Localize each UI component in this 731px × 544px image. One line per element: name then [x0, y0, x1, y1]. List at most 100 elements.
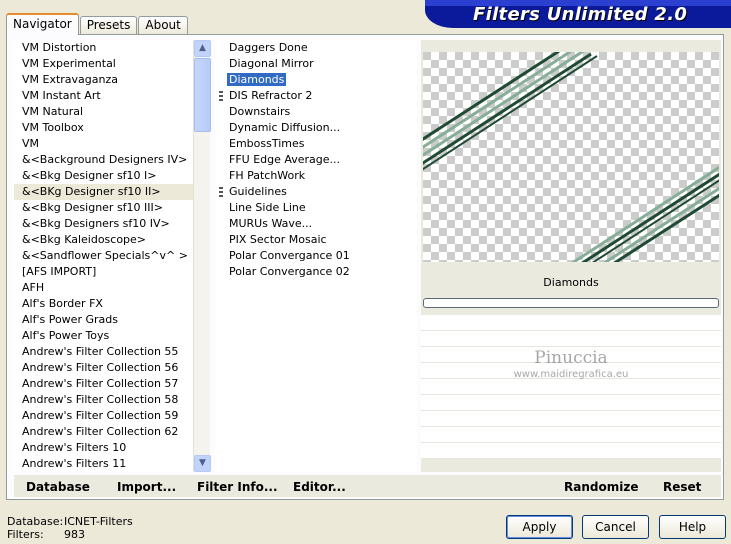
category-item[interactable]: Alf's Power Grads [14, 312, 194, 328]
tab-navigator[interactable]: Navigator [6, 13, 79, 35]
category-item[interactable]: VM Toolbox [14, 120, 194, 136]
watermark-url: www.maidiregrafica.eu [513, 369, 629, 380]
filter-item-label: FH PatchWork [229, 169, 306, 182]
filter-item[interactable]: FFU Edge Average... [215, 152, 417, 168]
category-item[interactable]: Andrew's Filters 10 [14, 440, 194, 456]
selected-filter-name: Diamonds [543, 276, 599, 289]
reset-button[interactable]: Reset [663, 480, 701, 494]
parameter-row[interactable] [421, 411, 721, 427]
category-item[interactable]: &<Bkg Designers sf10 IV> [14, 216, 194, 232]
navigator-panel: VM Distortion VM Experimental VM Extravaga… [6, 34, 724, 500]
grip-icon [219, 187, 223, 197]
watermark: Pinuccia www.maidiregrafica.eu [421, 348, 721, 380]
filter-item[interactable]: Daggers Done [215, 40, 417, 56]
scroll-up-icon[interactable]: ▲ [194, 40, 211, 57]
category-item[interactable]: VM [14, 136, 194, 152]
tab-about[interactable]: About [138, 16, 188, 35]
filter-item-label: Diagonal Mirror [229, 57, 314, 70]
database-value: ICNET-Filters [64, 515, 133, 528]
filter-item[interactable]: PIX Sector Mosaic [215, 232, 417, 248]
filter-item-label: EmbossTimes [229, 137, 305, 150]
category-list[interactable]: VM Distortion VM Experimental VM Extravaga… [14, 40, 194, 472]
scroll-thumb[interactable] [194, 58, 211, 132]
filter-item-label: Downstairs [229, 105, 291, 118]
app-title: Filters Unlimited 2.0 [473, 4, 688, 25]
help-button[interactable]: Help [659, 515, 726, 539]
category-scrollbar[interactable]: ▲ ▼ [193, 40, 211, 472]
database-label: Database: [7, 515, 64, 528]
filter-item-label: Line Side Line [229, 201, 306, 214]
category-item[interactable]: AFH [14, 280, 194, 296]
scroll-down-icon[interactable]: ▼ [194, 455, 211, 472]
parameter-row[interactable] [421, 315, 721, 331]
parameter-row[interactable] [421, 427, 721, 443]
filter-item-label: Polar Convergance 01 [229, 249, 350, 262]
filter-item[interactable]: Diamonds [215, 72, 417, 88]
import-button[interactable]: Import... [117, 480, 176, 494]
filter-item-label: FFU Edge Average... [229, 153, 341, 166]
filter-info-button[interactable]: Filter Info... [197, 480, 278, 494]
category-item[interactable]: VM Experimental [14, 56, 194, 72]
category-item[interactable]: VM Instant Art [14, 88, 194, 104]
category-item[interactable]: Andrew's Filter Collection 56 [14, 360, 194, 376]
watermark-name: Pinuccia [534, 348, 608, 368]
tab-presets[interactable]: Presets [79, 16, 138, 35]
database-button[interactable]: Database [26, 480, 90, 494]
category-item[interactable]: &<Sandflower Specials^v^ > [14, 248, 194, 264]
filter-item-label: PIX Sector Mosaic [229, 233, 327, 246]
filter-item-label: Guidelines [229, 185, 287, 198]
filter-item[interactable]: Polar Convergance 01 [215, 248, 417, 264]
category-item[interactable]: VM Natural [14, 104, 194, 120]
filter-item[interactable]: FH PatchWork [215, 168, 417, 184]
parameter-row[interactable] [421, 379, 721, 395]
category-item[interactable]: Andrew's Filter Collection 59 [14, 408, 194, 424]
preview-image [423, 52, 719, 262]
cancel-button[interactable]: Cancel [582, 515, 649, 539]
status-area: Database: ICNET-Filters Filters: 983 [7, 515, 133, 541]
filter-item-label: DIS Refractor 2 [229, 89, 313, 102]
parameter-row[interactable] [421, 395, 721, 411]
filter-item[interactable]: DIS Refractor 2 [215, 88, 417, 104]
editor-button[interactable]: Editor... [293, 480, 346, 494]
filter-item-label: Polar Convergance 02 [229, 265, 350, 278]
filter-item-label: MURUs Wave... [229, 217, 313, 230]
category-item[interactable]: &<BKg Designer sf10 II> [14, 184, 194, 200]
filter-list[interactable]: Daggers Done Diagonal Mirror Diamonds DIS R… [215, 40, 417, 472]
filters-count: 983 [64, 528, 85, 541]
category-item[interactable]: &<Bkg Designer sf10 III> [14, 200, 194, 216]
parameter-row[interactable] [421, 443, 721, 459]
progress-bar [423, 298, 719, 308]
category-item[interactable]: Andrew's Filter Collection 62 [14, 424, 194, 440]
category-item[interactable]: &<Background Designers IV> [14, 152, 194, 168]
category-item[interactable]: VM Distortion [14, 40, 194, 56]
category-item[interactable]: Andrew's Filter Collection 55 [14, 344, 194, 360]
apply-button[interactable]: Apply [506, 515, 573, 539]
randomize-button[interactable]: Randomize [564, 480, 638, 494]
parameter-list [421, 315, 721, 459]
category-item[interactable]: Andrew's Filters 11 [14, 456, 194, 472]
filter-item[interactable]: Diagonal Mirror [215, 56, 417, 72]
category-item[interactable]: Andrew's Filter Collection 57 [14, 376, 194, 392]
category-item[interactable]: Andrew's Filter Collection 58 [14, 392, 194, 408]
category-item[interactable]: Alf's Border FX [14, 296, 194, 312]
filter-item[interactable]: Polar Convergance 02 [215, 264, 417, 280]
bottom-toolbar: Database Import... Filter Info... Editor… [14, 475, 721, 497]
preview-pane: Diamonds Pinuccia www.maidiregrafica.eu [421, 40, 721, 472]
filter-item[interactable]: EmbossTimes [215, 136, 417, 152]
category-item[interactable]: [AFS IMPORT] [14, 264, 194, 280]
filters-label: Filters: [7, 528, 44, 541]
filter-item[interactable]: Guidelines [215, 184, 417, 200]
filter-item-label: Daggers Done [229, 41, 308, 54]
grip-icon [219, 91, 223, 101]
filter-item[interactable]: MURUs Wave... [215, 216, 417, 232]
filter-item-label: Diamonds [227, 73, 287, 86]
filter-item[interactable]: Dynamic Diffusion... [215, 120, 417, 136]
category-item[interactable]: &<Bkg Designer sf10 I> [14, 168, 194, 184]
filter-item[interactable]: Line Side Line [215, 200, 417, 216]
parameter-row[interactable] [421, 331, 721, 347]
filter-item[interactable]: Downstairs [215, 104, 417, 120]
category-item[interactable]: VM Extravaganza [14, 72, 194, 88]
category-item[interactable]: Alf's Power Toys [14, 328, 194, 344]
title-banner: Filters Unlimited 2.0 [425, 0, 731, 28]
category-item[interactable]: &<Bkg Kaleidoscope> [14, 232, 194, 248]
